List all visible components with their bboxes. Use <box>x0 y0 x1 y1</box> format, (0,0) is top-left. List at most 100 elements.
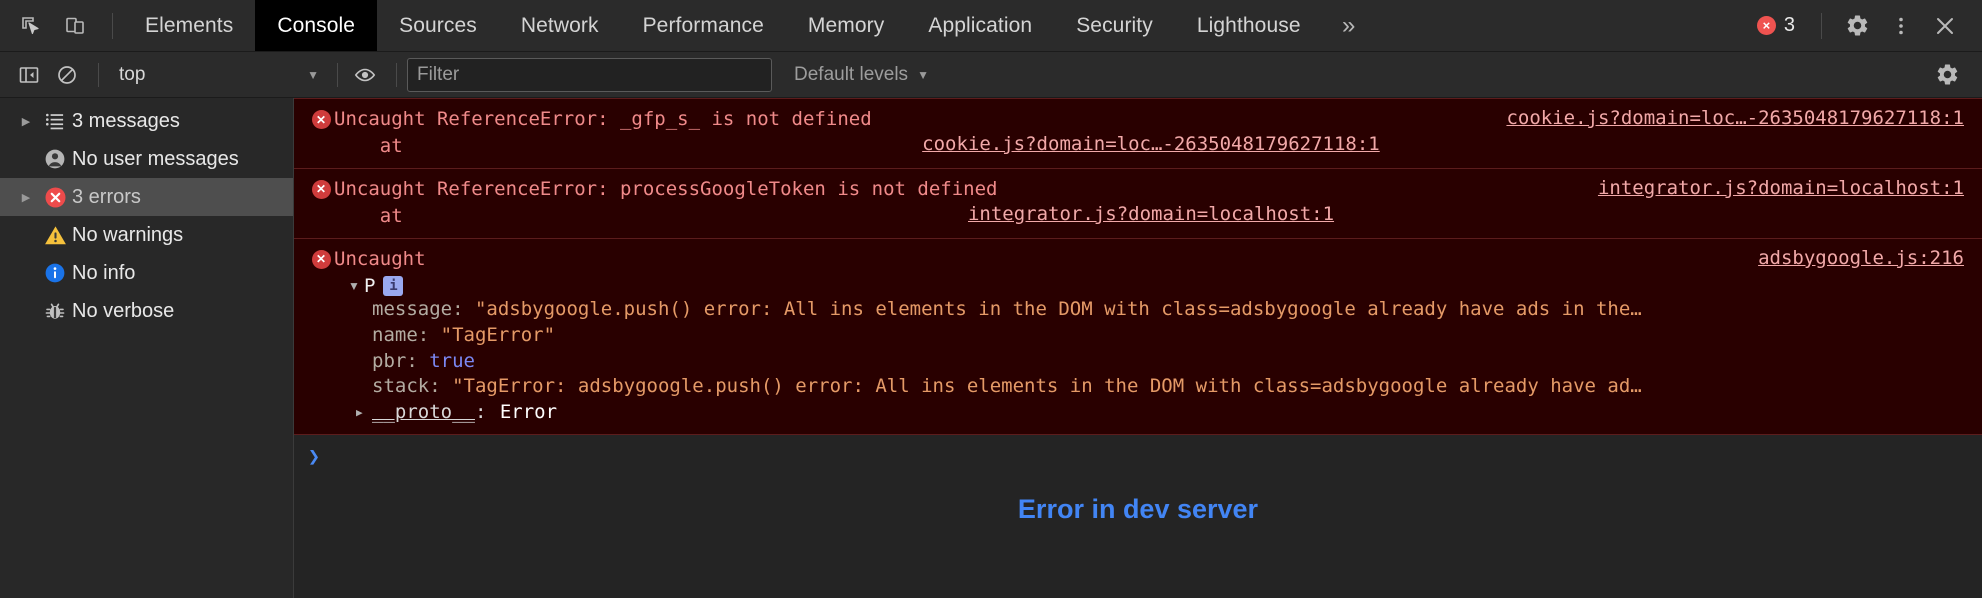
sidebar-item-info[interactable]: ▶ No info <box>0 254 293 292</box>
tab-memory[interactable]: Memory <box>786 0 906 51</box>
sidebar-item-label: No user messages <box>72 147 239 170</box>
devtools-window: Elements Console Sources Network Perform… <box>0 0 1982 598</box>
kebab-menu-icon[interactable] <box>1880 5 1922 47</box>
sidebar-item-verbose[interactable]: ▶ No verbose <box>0 292 293 330</box>
info-icon <box>38 261 72 285</box>
more-tabs-icon[interactable]: » <box>1323 0 1375 51</box>
property-key: message <box>372 297 453 320</box>
device-toolbar-icon[interactable] <box>58 9 92 43</box>
object-property-row[interactable]: message: "adsbygoogle.push() error: All … <box>294 297 1982 323</box>
tab-lighthouse[interactable]: Lighthouse <box>1175 0 1323 51</box>
sidebar-item-label: No info <box>72 261 136 284</box>
filter-input[interactable] <box>407 57 772 92</box>
tab-console[interactable]: Console <box>255 0 378 51</box>
warning-icon <box>38 223 72 248</box>
error-badge-icon: ✕ <box>311 179 331 199</box>
tab-application[interactable]: Application <box>906 0 1054 51</box>
tab-performance[interactable]: Performance <box>621 0 786 51</box>
stack-prefix: at <box>334 134 415 157</box>
proto-colon: : <box>474 401 498 424</box>
console-error-message[interactable]: ✕ Uncaught ReferenceError: _gfp_s_ is no… <box>294 98 1982 169</box>
tabbar-left-icons <box>0 9 123 43</box>
execution-context-selector[interactable]: top ▼ <box>109 60 327 90</box>
console-split: ▶ 3 messages ▶ <box>0 98 1982 598</box>
property-colon: : <box>417 323 441 346</box>
inspect-cursor-icon[interactable] <box>14 9 48 43</box>
dev-server-error-banner: Error in dev server <box>1017 493 1259 524</box>
chevron-right-icon[interactable]: ▶ <box>14 191 38 204</box>
message-stack-row: at integrator.js?domain=localhost:1 <box>294 203 1982 230</box>
tabbar-right-divider <box>1821 12 1822 39</box>
message-stack-row: at cookie.js?domain=loc…-263504817962711… <box>294 133 1982 160</box>
chevron-down-icon: ▼ <box>307 67 319 82</box>
object-info-chip-icon[interactable]: i <box>383 275 404 296</box>
chevron-right-icon[interactable]: ▶ <box>14 115 38 128</box>
message-error-icon: ✕ <box>308 106 334 129</box>
stack-frame-link[interactable]: cookie.js?domain=loc…-2635048179627118:1 <box>922 133 1380 155</box>
error-count-indicator[interactable]: × 3 <box>1745 8 1807 44</box>
stack-frame-link[interactable]: integrator.js?domain=localhost:1 <box>968 203 1334 225</box>
property-value: "TagError: adsbygoogle.push() error: All… <box>452 375 1642 398</box>
property-key: name <box>372 323 418 346</box>
tab-security[interactable]: Security <box>1054 0 1175 51</box>
property-key: stack <box>372 375 430 398</box>
toolbar-divider-2 <box>337 62 338 87</box>
message-source-link[interactable]: cookie.js?domain=loc…-2635048179627118:1 <box>1506 107 1964 129</box>
close-icon[interactable] <box>1924 5 1966 47</box>
sidebar-item-label: No warnings <box>72 223 184 246</box>
tab-sources[interactable]: Sources <box>377 0 499 51</box>
list-icon <box>38 110 72 132</box>
show-console-sidebar-icon[interactable] <box>12 59 46 91</box>
object-proto-row[interactable]: ▶ __proto__ : Error <box>294 400 1982 426</box>
sidebar-item-label: 3 messages <box>72 109 180 132</box>
sidebar-item-errors[interactable]: ▶ 3 errors <box>0 178 293 216</box>
message-source-link[interactable]: adsbygoogle.js:216 <box>1758 247 1964 269</box>
console-settings-gear-icon[interactable] <box>1930 59 1964 91</box>
chevron-down-icon[interactable]: ▼ <box>348 279 364 293</box>
message-error-icon: ✕ <box>308 246 334 269</box>
object-property-row[interactable]: pbr: true <box>294 349 1982 375</box>
sidebar-item-warnings[interactable]: ▶ No warnings <box>0 216 293 254</box>
error-count-label: 3 <box>1783 14 1795 36</box>
message-source-link[interactable]: integrator.js?domain=localhost:1 <box>1598 177 1964 199</box>
error-badge-icon: ✕ <box>311 249 331 269</box>
clear-console-icon[interactable] <box>50 59 84 91</box>
devtools-tabbar: Elements Console Sources Network Perform… <box>0 0 1982 52</box>
console-sidebar: ▶ 3 messages ▶ <box>0 98 294 598</box>
object-property-row[interactable]: stack: "TagError: adsbygoogle.push() err… <box>294 374 1982 400</box>
tab-network[interactable]: Network <box>499 0 621 51</box>
toolbar-right <box>1930 59 1982 91</box>
error-badge-icon: ✕ <box>311 110 331 129</box>
error-icon <box>38 185 72 210</box>
message-error-icon: ✕ <box>308 176 334 199</box>
console-error-object-message[interactable]: ✕ Uncaught adsbygoogle.js:216 ▼ P i mess… <box>294 238 1982 435</box>
user-icon <box>38 147 72 171</box>
sidebar-item-messages[interactable]: ▶ 3 messages <box>0 102 293 140</box>
tab-elements[interactable]: Elements <box>123 0 255 51</box>
log-levels-label: Default levels <box>794 63 909 85</box>
proto-key[interactable]: __proto__ <box>372 400 475 426</box>
sidebar-item-user-messages[interactable]: ▶ No user messages <box>0 140 293 178</box>
property-key: pbr <box>372 349 407 372</box>
console-error-message[interactable]: ✕ Uncaught ReferenceError: processGoogle… <box>294 168 1982 239</box>
message-text: Uncaught <box>334 247 426 270</box>
toolbar-divider-1 <box>98 62 99 87</box>
object-property-row[interactable]: name: "TagError" <box>294 323 1982 349</box>
live-expression-icon[interactable] <box>348 59 382 91</box>
tabbar-right-controls: × 3 <box>1745 5 1982 47</box>
object-header-row[interactable]: ▼ P i <box>294 275 1982 297</box>
console-prompt[interactable]: ❯ <box>294 434 1982 468</box>
stack-prefix: at <box>334 204 415 227</box>
log-levels-selector[interactable]: Default levels ▼ <box>786 60 937 90</box>
error-badge-icon: × <box>1756 16 1776 35</box>
tabbar-divider <box>112 12 113 39</box>
console-message-list: ✕ Uncaught ReferenceError: _gfp_s_ is no… <box>294 98 1982 598</box>
toolbar-divider-3 <box>396 62 397 87</box>
object-constructor-name: P <box>364 274 376 297</box>
property-value: true <box>429 349 475 372</box>
property-value: "adsbygoogle.push() error: All ins eleme… <box>474 297 1642 320</box>
gear-icon[interactable] <box>1836 5 1878 47</box>
chevron-down-icon: ▼ <box>917 67 929 82</box>
chevron-right-icon[interactable]: ▶ <box>356 406 372 421</box>
execution-context-label: top <box>119 63 146 85</box>
